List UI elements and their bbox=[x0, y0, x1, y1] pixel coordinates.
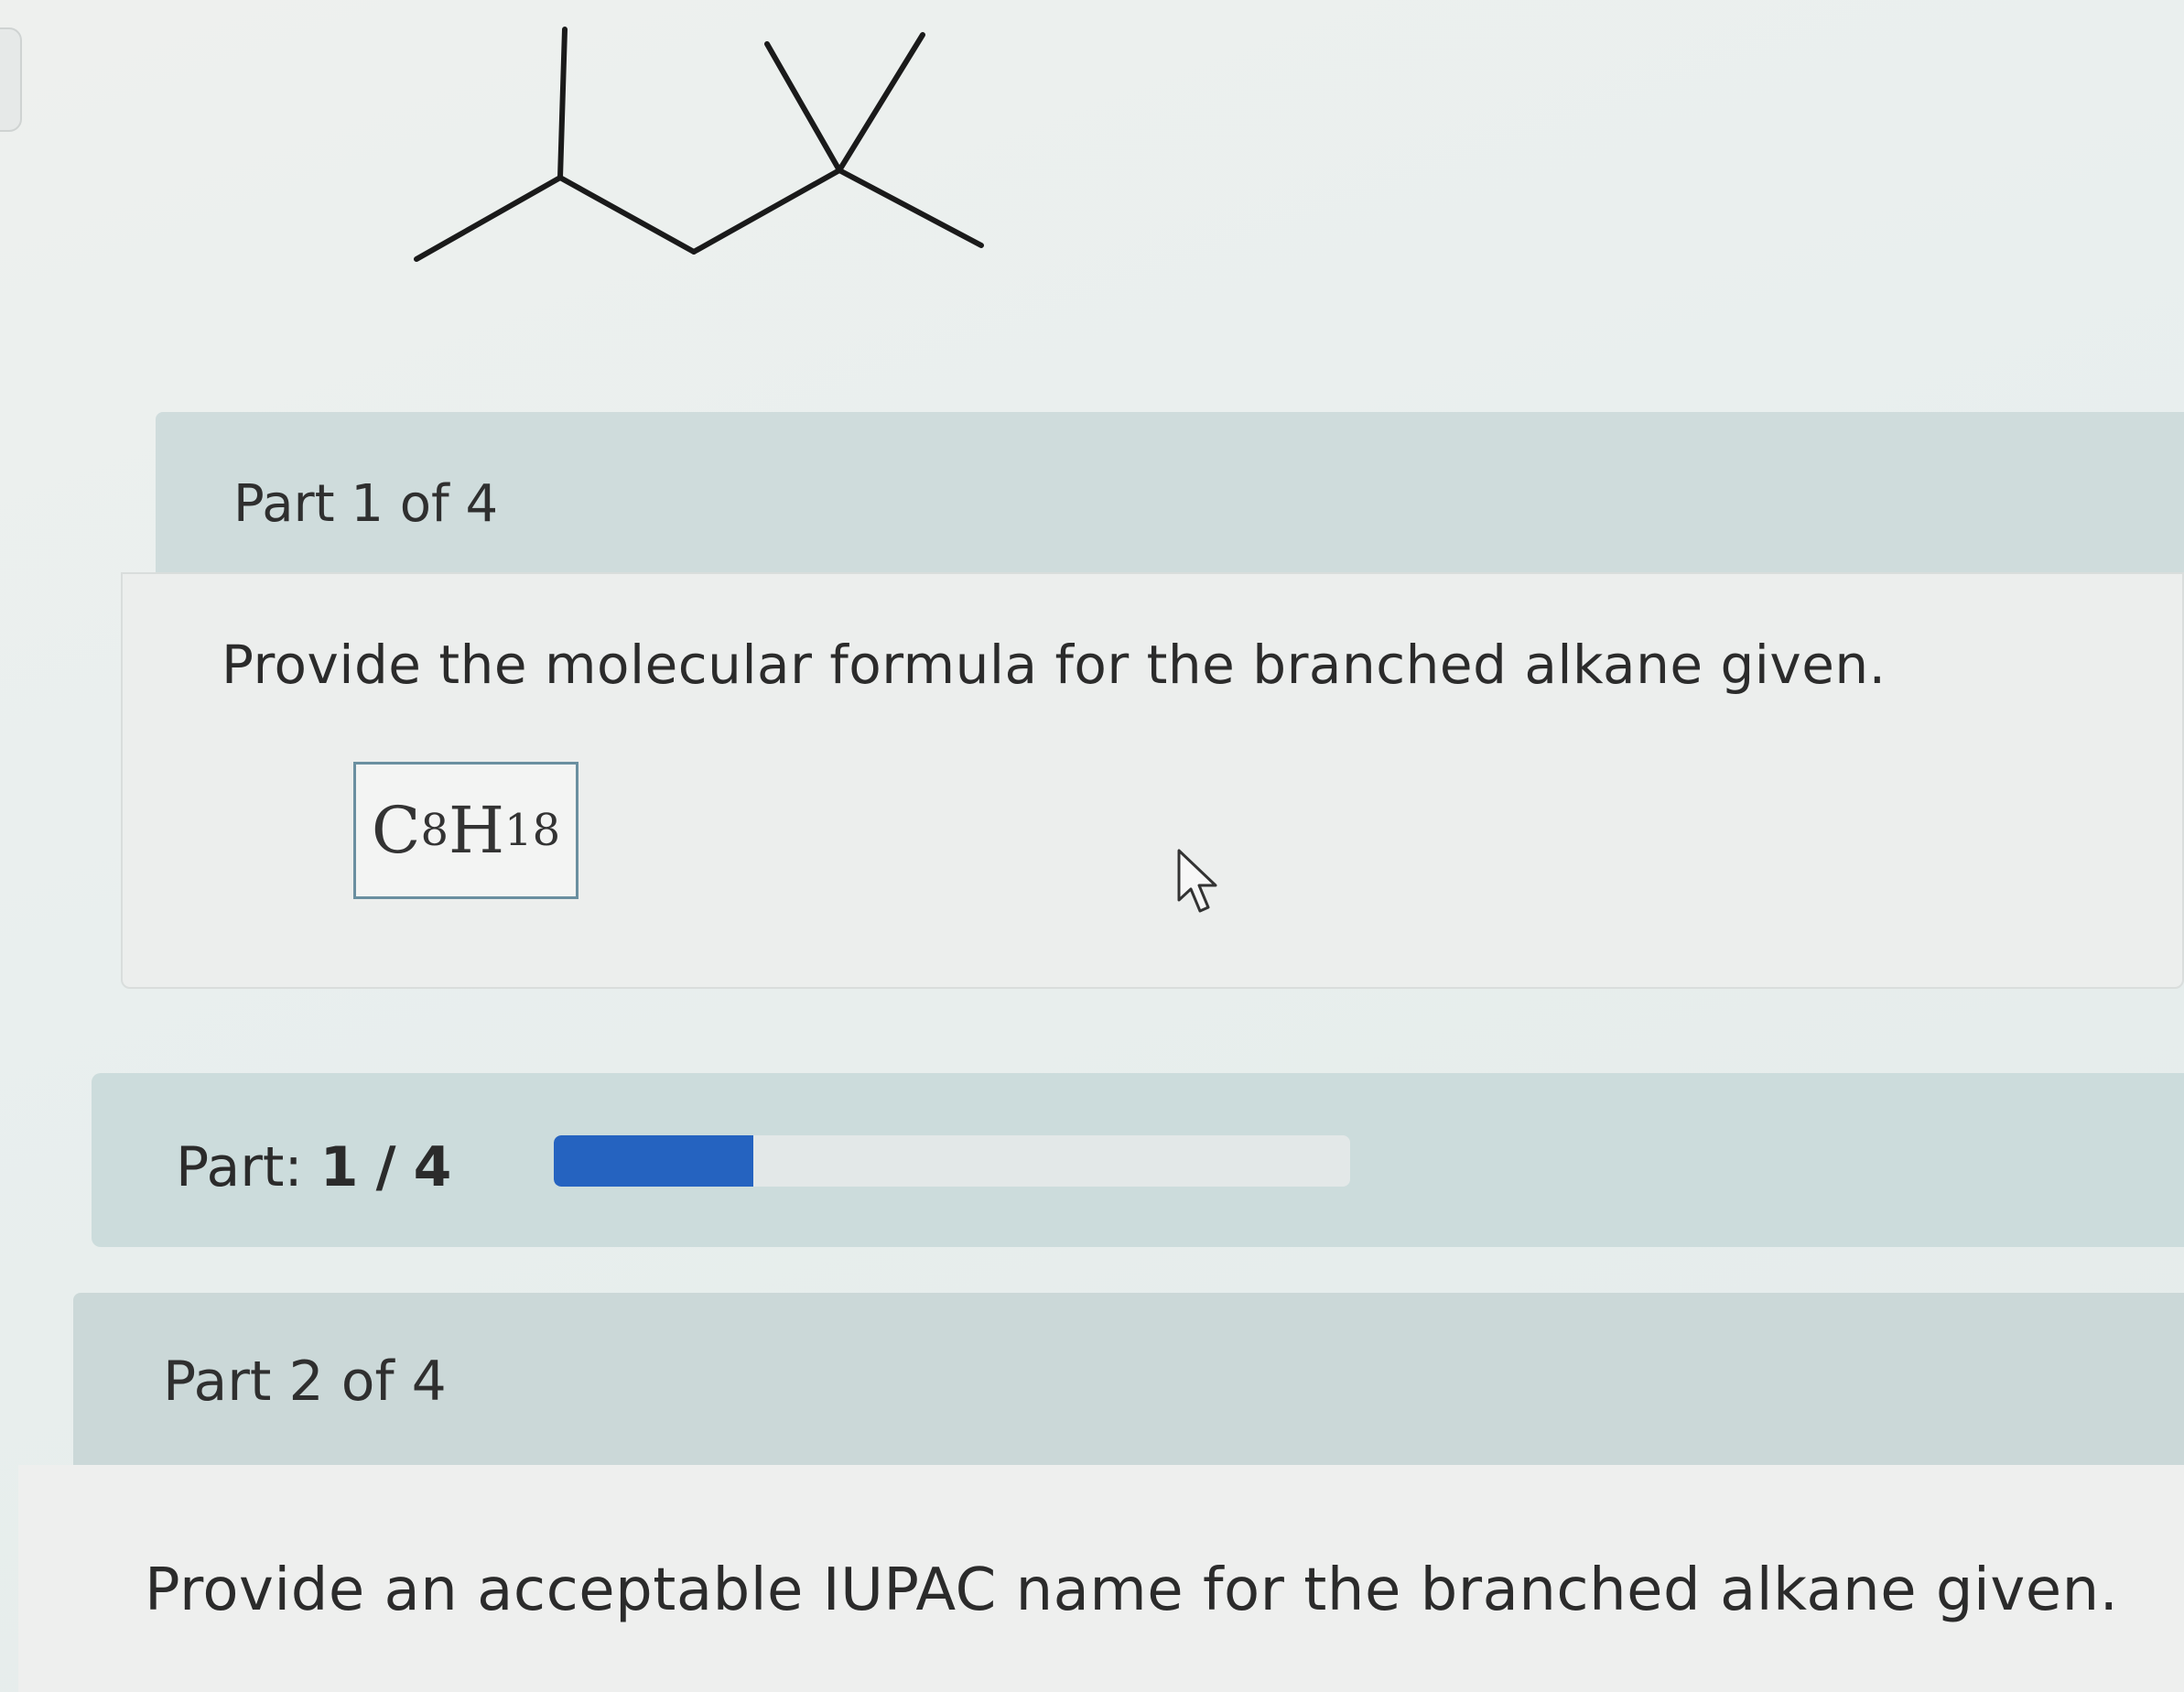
progress-track bbox=[554, 1135, 1350, 1187]
progress-prefix: Part: bbox=[176, 1135, 303, 1199]
bond-chain-up bbox=[691, 168, 842, 255]
bond-tbutyl-right bbox=[837, 32, 925, 173]
progress-section: Part: 1 / 4 bbox=[92, 1073, 2184, 1247]
part2-header: Part 2 of 4 bbox=[73, 1293, 2184, 1467]
part2-body: Provide an acceptable IUPAC name for the… bbox=[18, 1465, 2184, 1692]
bond-tbutyl-left bbox=[764, 41, 842, 173]
formula-hydrogen: H bbox=[448, 793, 505, 868]
progress-current: 1 bbox=[319, 1135, 359, 1199]
formula-carbon-count: 8 bbox=[420, 805, 449, 856]
bond-tbutyl-down bbox=[837, 168, 984, 248]
part1-body: Provide the molecular formula for the br… bbox=[121, 572, 2184, 989]
part1-question: Provide the molecular formula for the br… bbox=[222, 634, 1887, 696]
progress-label: Part: 1 / 4 bbox=[176, 1135, 451, 1199]
bond-chain-down bbox=[557, 175, 697, 255]
formula-carbon: C bbox=[371, 793, 421, 868]
part1-header: Part 1 of 4 bbox=[156, 412, 2184, 577]
bond-methyl-up bbox=[557, 27, 568, 180]
alkane-skeletal-structure bbox=[414, 27, 984, 262]
part2-title: Part 2 of 4 bbox=[163, 1350, 447, 1414]
progress-fill bbox=[554, 1135, 753, 1187]
part2-question: Provide an acceptable IUPAC name for the… bbox=[145, 1556, 2119, 1624]
formula-answer-box[interactable]: C 8 H 18 bbox=[353, 762, 578, 899]
formula-hydrogen-count: 18 bbox=[504, 805, 561, 856]
bond-methyl-left bbox=[414, 175, 563, 262]
part1-title: Part 1 of 4 bbox=[233, 474, 499, 534]
mouse-pointer-icon bbox=[1177, 849, 1217, 913]
progress-total: 4 bbox=[413, 1135, 452, 1199]
progress-separator: / bbox=[375, 1135, 396, 1199]
